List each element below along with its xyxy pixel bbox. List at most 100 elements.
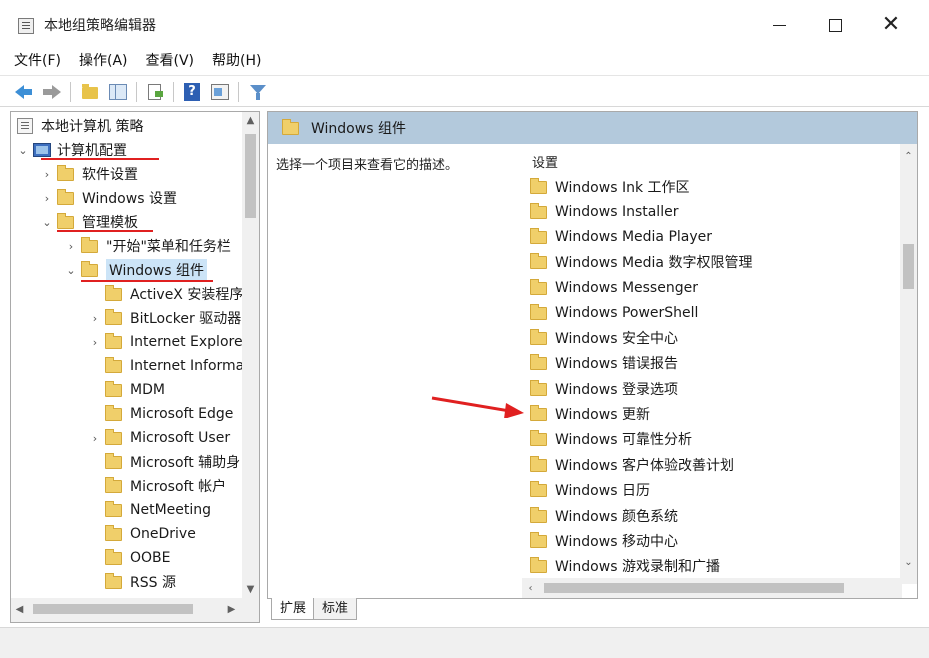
help-button[interactable]: ? — [182, 82, 202, 102]
setting-item[interactable]: Windows 移动中心 — [530, 529, 678, 553]
tree-item-windows-components[interactable]: ⌄ Windows 组件 — [65, 258, 207, 282]
setting-item[interactable]: Windows Messenger — [530, 276, 698, 300]
tree-label: Microsoft 辅助身 — [130, 455, 241, 471]
setting-item[interactable]: Windows Media Player — [530, 225, 712, 249]
folder-icon — [282, 118, 299, 135]
folder-icon — [105, 308, 122, 325]
setting-item[interactable]: Windows 登录选项 — [530, 377, 678, 401]
maximize-icon — [828, 18, 842, 32]
filter-button[interactable] — [248, 82, 268, 102]
chevron-right-icon[interactable]: › — [41, 168, 53, 181]
tree-item-windows-settings[interactable]: › Windows 设置 — [41, 186, 177, 210]
tree-item-child[interactable]: Internet Information — [89, 354, 260, 378]
scroll-right-icon[interactable]: ▶ — [223, 601, 240, 618]
tree-root[interactable]: 本地计算机 策略 — [17, 114, 143, 138]
menu-view[interactable]: 查看(V) — [146, 50, 195, 70]
setting-label: Windows PowerShell — [555, 305, 699, 321]
setting-item[interactable]: Windows 客户体验改善计划 — [530, 453, 734, 477]
chevron-right-icon[interactable]: › — [89, 432, 101, 445]
details-vertical-scrollbar[interactable]: ⌃ ⌄ — [900, 144, 917, 584]
setting-item[interactable]: Windows Ink 工作区 — [530, 175, 690, 199]
setting-item[interactable]: Windows 错误报告 — [530, 351, 678, 375]
scroll-thumb[interactable] — [245, 134, 256, 218]
chevron-right-icon[interactable]: › — [41, 192, 53, 205]
scroll-thumb[interactable] — [33, 604, 193, 614]
tree-item-child[interactable]: OneDrive — [89, 522, 196, 546]
tree-item-child[interactable]: Microsoft 帐户 — [89, 474, 226, 498]
chevron-right-icon[interactable]: › — [89, 336, 101, 349]
setting-item-windows-update[interactable]: Windows 更新 — [530, 402, 650, 426]
setting-item[interactable]: Windows Installer — [530, 200, 678, 224]
scroll-left-icon[interactable]: ◀ — [11, 601, 28, 618]
minimize-icon — [772, 24, 786, 26]
folder-icon — [530, 480, 547, 497]
scroll-down-icon[interactable]: ▼ — [242, 581, 259, 598]
properties-button[interactable] — [210, 82, 230, 102]
settings-column-header[interactable]: 设置 — [532, 152, 558, 171]
chevron-down-icon[interactable]: ⌄ — [65, 264, 77, 277]
folder-icon — [530, 227, 547, 244]
minimize-button[interactable] — [756, 8, 802, 42]
scroll-left-icon[interactable]: ‹ — [522, 580, 539, 597]
folder-icon — [81, 260, 98, 277]
scroll-down-icon[interactable]: ⌄ — [900, 554, 917, 571]
folder-icon — [530, 429, 547, 446]
forward-button[interactable] — [42, 82, 62, 102]
tree-item-child[interactable]: MDM — [89, 378, 165, 402]
setting-label: Windows Messenger — [555, 280, 698, 296]
menu-help[interactable]: 帮助(H) — [212, 50, 261, 70]
tree-item-child[interactable]: › BitLocker 驱动器 — [89, 306, 241, 330]
back-button[interactable] — [14, 82, 34, 102]
console-tree: 本地计算机 策略 ⌄ 计算机配置 › 软件设置 › Windows 设置 ⌄ 管… — [10, 111, 260, 623]
setting-item[interactable]: Windows Media 数字权限管理 — [530, 250, 752, 274]
tree-item-child[interactable]: OOBE — [89, 546, 171, 570]
folder-icon — [530, 455, 547, 472]
tree-label: Internet Information — [130, 358, 260, 374]
setting-label: Windows 登录选项 — [555, 382, 678, 398]
setting-item[interactable]: Windows 游戏录制和广播 — [530, 554, 720, 578]
menu-action[interactable]: 操作(A) — [79, 50, 128, 70]
tree-item-child[interactable]: › Internet Explorer — [89, 330, 248, 354]
scroll-up-icon[interactable]: ▲ — [242, 112, 259, 129]
tree-vertical-scrollbar[interactable]: ▲ ▼ — [242, 112, 259, 598]
show-hide-tree-button[interactable] — [108, 82, 128, 102]
tree-item-child[interactable]: RSS 源 — [89, 570, 176, 594]
tree-horizontal-scrollbar[interactable]: ◀ ▶ — [11, 598, 259, 622]
tree-item-child[interactable]: Microsoft Edge — [89, 402, 233, 426]
chevron-down-icon[interactable]: ⌄ — [41, 216, 53, 229]
tree-item-start-menu[interactable]: › "开始"菜单和任务栏 — [65, 234, 231, 258]
details-horizontal-scrollbar[interactable]: ‹ — [522, 578, 902, 598]
tree-item-child[interactable]: NetMeeting — [89, 498, 211, 522]
tab-standard[interactable]: 标准 — [313, 598, 358, 620]
maximize-button[interactable] — [812, 8, 858, 42]
scroll-up-icon[interactable]: ⌃ — [900, 148, 917, 165]
setting-item[interactable]: Windows PowerShell — [530, 301, 698, 325]
folder-icon — [57, 188, 74, 205]
folder-icon — [105, 428, 122, 445]
tree-item-child[interactable]: › Microsoft User — [89, 426, 230, 450]
chevron-right-icon[interactable]: › — [65, 240, 77, 253]
setting-label: Windows 日历 — [555, 483, 650, 499]
folder-icon — [530, 506, 547, 523]
export-icon — [148, 84, 163, 100]
up-folder-button[interactable] — [80, 82, 100, 102]
setting-item[interactable]: Windows 颜色系统 — [530, 504, 678, 528]
close-button[interactable]: ✕ — [868, 8, 914, 42]
tab-expanded[interactable]: 扩展 — [271, 598, 316, 620]
setting-item[interactable]: Windows 日历 — [530, 478, 650, 502]
tree-label: 本地计算机 策略 — [41, 119, 144, 135]
setting-item[interactable]: Windows 安全中心 — [530, 326, 678, 350]
scroll-thumb[interactable] — [903, 244, 914, 289]
tree-item-child[interactable]: Microsoft 辅助身 — [89, 450, 240, 474]
tree-item-software-settings[interactable]: › 软件设置 — [41, 162, 138, 186]
tree-item-child[interactable]: ActiveX 安装程序 — [89, 282, 243, 306]
tree-label: NetMeeting — [130, 502, 212, 518]
chevron-down-icon[interactable]: ⌄ — [17, 144, 29, 157]
setting-item[interactable]: Windows 可靠性分析 — [530, 427, 692, 451]
folder-icon — [57, 212, 74, 229]
export-list-button[interactable] — [145, 82, 165, 102]
folder-icon — [530, 531, 547, 548]
scroll-thumb[interactable] — [544, 583, 844, 593]
chevron-right-icon[interactable]: › — [89, 312, 101, 325]
menu-file[interactable]: 文件(F) — [14, 50, 61, 70]
